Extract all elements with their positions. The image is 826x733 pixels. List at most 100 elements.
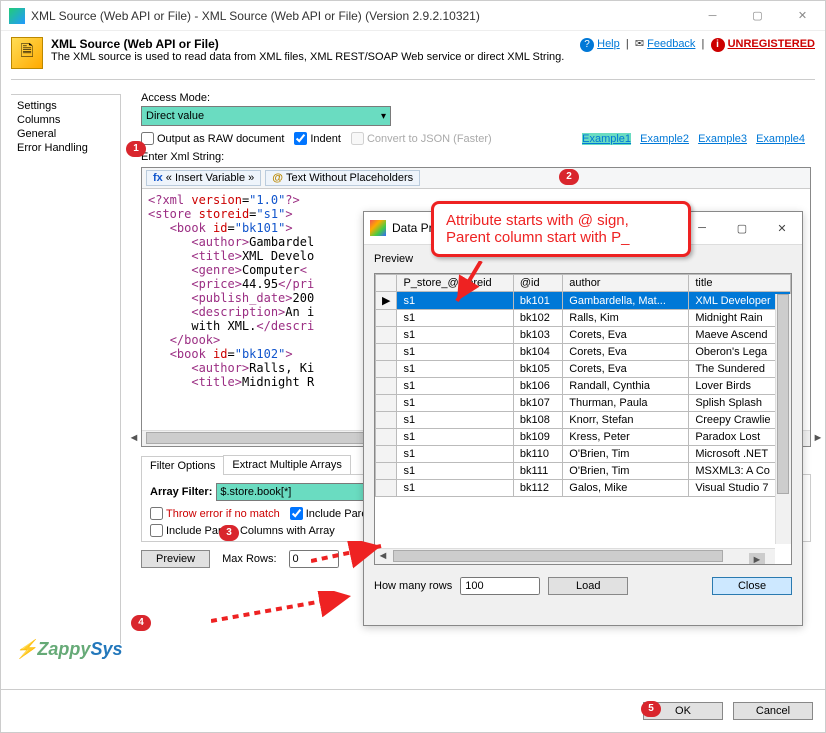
output-raw-checkbox[interactable]: Output as RAW document	[141, 132, 284, 145]
table-row[interactable]: s1bk103Corets, EvaMaeve Ascend	[376, 327, 791, 344]
cell[interactable]: bk104	[513, 344, 562, 361]
scroll-right-icon[interactable]: ►	[810, 431, 826, 447]
cell[interactable]: s1	[397, 310, 513, 327]
cell[interactable]: s1	[397, 344, 513, 361]
cell[interactable]: Corets, Eva	[563, 361, 689, 378]
cell[interactable]: Kress, Peter	[563, 429, 689, 446]
access-mode-select[interactable]: Direct value ▾	[141, 106, 391, 126]
table-row[interactable]: s1bk109Kress, PeterParadox Lost	[376, 429, 791, 446]
preview-grid[interactable]: P_store_@storeid @id author title ▶s1bk1…	[374, 273, 792, 565]
cell[interactable]: bk101	[513, 292, 562, 310]
example4-link[interactable]: Example4	[756, 133, 805, 145]
cell[interactable]: Knorr, Stefan	[563, 412, 689, 429]
cell[interactable]: s1	[397, 429, 513, 446]
minimize-button[interactable]: ─	[690, 1, 735, 31]
sidebar-item-settings[interactable]: Settings	[11, 99, 120, 113]
cell[interactable]: s1	[397, 480, 513, 497]
cell[interactable]: Thurman, Paula	[563, 395, 689, 412]
row-selector[interactable]	[376, 480, 397, 497]
include-parent-array-checkbox[interactable]: Include Parent Columns with Array	[150, 524, 335, 537]
table-row[interactable]: s1bk108Knorr, StefanCreepy Crawlie	[376, 412, 791, 429]
table-row[interactable]: ▶s1bk101Gambardella, Mat...XML Developer	[376, 292, 791, 310]
tab-extract-multiple[interactable]: Extract Multiple Arrays	[223, 455, 350, 474]
close-button[interactable]: ✕	[780, 1, 825, 31]
cell[interactable]: bk102	[513, 310, 562, 327]
row-selector[interactable]	[376, 378, 397, 395]
cell[interactable]: Gambardella, Mat...	[563, 292, 689, 310]
row-selector[interactable]	[376, 463, 397, 480]
row-selector[interactable]	[376, 344, 397, 361]
scroll-thumb[interactable]	[146, 432, 386, 444]
cell[interactable]: Randall, Cynthia	[563, 378, 689, 395]
cell[interactable]: Galos, Mike	[563, 480, 689, 497]
cell[interactable]: s1	[397, 361, 513, 378]
indent-checkbox[interactable]: Indent	[294, 132, 341, 145]
scroll-left-icon[interactable]: ◄	[126, 431, 142, 447]
row-selector[interactable]	[376, 446, 397, 463]
cell[interactable]: O'Brien, Tim	[563, 463, 689, 480]
how-many-rows-input[interactable]	[460, 577, 540, 595]
grid-v-thumb[interactable]	[777, 294, 789, 494]
col-author[interactable]: author	[563, 275, 689, 292]
table-row[interactable]: s1bk110O'Brien, TimMicrosoft .NET	[376, 446, 791, 463]
row-selector[interactable]	[376, 412, 397, 429]
col-title[interactable]: title	[689, 275, 791, 292]
example3-link[interactable]: Example3	[698, 133, 747, 145]
grid-scroll-right-icon[interactable]: ►	[749, 553, 765, 565]
row-selector[interactable]	[376, 429, 397, 446]
row-selector-header[interactable]	[376, 275, 397, 292]
cell[interactable]: s1	[397, 378, 513, 395]
help-link[interactable]: Help	[597, 38, 620, 50]
example1-link[interactable]: Example1	[582, 133, 631, 145]
preview-close-button[interactable]: ✕	[762, 216, 802, 240]
tab-filter-options[interactable]: Filter Options	[141, 456, 224, 475]
load-button[interactable]: Load	[548, 577, 628, 595]
throw-error-checkbox[interactable]: Throw error if no match	[150, 507, 280, 520]
maximize-button[interactable]: ▢	[735, 1, 780, 31]
cell[interactable]: bk111	[513, 463, 562, 480]
cell[interactable]: bk103	[513, 327, 562, 344]
row-selector[interactable]	[376, 310, 397, 327]
table-row[interactable]: s1bk106Randall, CynthiaLover Birds	[376, 378, 791, 395]
grid-h-thumb[interactable]	[393, 550, 723, 562]
cell[interactable]: s1	[397, 463, 513, 480]
table-row[interactable]: s1bk105Corets, EvaThe Sundered	[376, 361, 791, 378]
cell[interactable]: s1	[397, 327, 513, 344]
cell[interactable]: bk107	[513, 395, 562, 412]
row-selector[interactable]	[376, 327, 397, 344]
sidebar-item-general[interactable]: General	[11, 127, 120, 141]
preview-close-footer-button[interactable]: Close	[712, 577, 792, 595]
cancel-button[interactable]: Cancel	[733, 702, 813, 720]
text-without-placeholders-button[interactable]: @ Text Without Placeholders	[265, 170, 420, 186]
cell[interactable]: s1	[397, 446, 513, 463]
cell[interactable]: Corets, Eva	[563, 344, 689, 361]
row-selector[interactable]: ▶	[376, 292, 397, 310]
col-id[interactable]: @id	[513, 275, 562, 292]
sidebar-item-columns[interactable]: Columns	[11, 113, 120, 127]
cell[interactable]: bk110	[513, 446, 562, 463]
table-row[interactable]: s1bk104Corets, EvaOberon's Lega	[376, 344, 791, 361]
cell[interactable]: bk108	[513, 412, 562, 429]
table-row[interactable]: s1bk102Ralls, KimMidnight Rain	[376, 310, 791, 327]
preview-maximize-button[interactable]: ▢	[722, 216, 762, 240]
table-row[interactable]: s1bk107Thurman, PaulaSplish Splash	[376, 395, 791, 412]
cell[interactable]: Corets, Eva	[563, 327, 689, 344]
cell[interactable]: s1	[397, 395, 513, 412]
cell[interactable]: bk106	[513, 378, 562, 395]
cell[interactable]: bk105	[513, 361, 562, 378]
feedback-link[interactable]: Feedback	[647, 38, 695, 50]
grid-v-scrollbar[interactable]	[775, 294, 791, 544]
cell[interactable]: s1	[397, 412, 513, 429]
unregistered-link[interactable]: UNREGISTERED	[728, 38, 815, 50]
cell[interactable]: Ralls, Kim	[563, 310, 689, 327]
sidebar-item-error-handling[interactable]: Error Handling	[11, 141, 120, 155]
cell[interactable]: bk109	[513, 429, 562, 446]
cell[interactable]: bk112	[513, 480, 562, 497]
table-row[interactable]: s1bk111O'Brien, TimMSXML3: A Co	[376, 463, 791, 480]
table-row[interactable]: s1bk112Galos, MikeVisual Studio 7	[376, 480, 791, 497]
cell[interactable]: O'Brien, Tim	[563, 446, 689, 463]
preview-button[interactable]: Preview	[141, 550, 210, 568]
row-selector[interactable]	[376, 361, 397, 378]
insert-variable-button[interactable]: fx « Insert Variable »	[146, 170, 261, 186]
example2-link[interactable]: Example2	[640, 133, 689, 145]
